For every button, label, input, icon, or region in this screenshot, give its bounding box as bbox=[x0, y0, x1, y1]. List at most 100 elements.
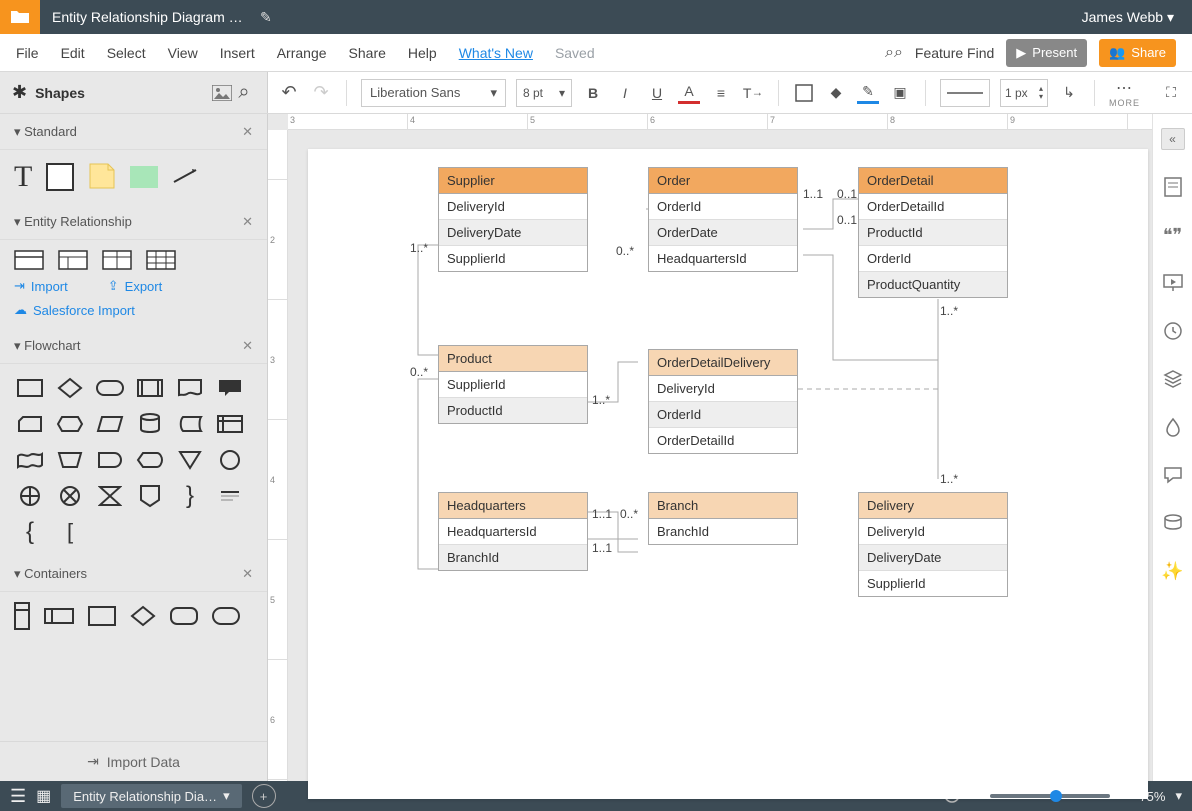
note-shape[interactable] bbox=[88, 162, 116, 193]
data-icon[interactable] bbox=[1162, 512, 1184, 534]
binoculars-icon[interactable]: ⌕⌕ bbox=[885, 44, 903, 62]
import-link[interactable]: ⇥ Import bbox=[14, 278, 68, 294]
underline-icon[interactable]: U bbox=[646, 82, 668, 104]
entity-hq[interactable]: Headquarters HeadquartersId BranchId bbox=[438, 492, 588, 571]
close-icon[interactable]: ✕ bbox=[242, 214, 253, 230]
redo-icon[interactable]: ↷ bbox=[310, 82, 332, 104]
fc-brace-l[interactable]: { bbox=[14, 518, 46, 546]
page-tab[interactable]: Entity Relationship Dia… ▾ bbox=[61, 784, 241, 808]
ct-swimlane-h[interactable] bbox=[44, 608, 74, 624]
entity-delivery[interactable]: Delivery DeliveryId DeliveryDate Supplie… bbox=[858, 492, 1008, 597]
close-icon[interactable]: ✕ bbox=[242, 338, 253, 354]
collapse-right-icon[interactable]: « bbox=[1161, 128, 1185, 150]
italic-icon[interactable]: I bbox=[614, 82, 636, 104]
list-view-icon[interactable]: ☰ bbox=[10, 786, 26, 807]
ct-rounded[interactable] bbox=[170, 607, 198, 625]
arrow-shape[interactable] bbox=[172, 166, 202, 189]
entity-odd[interactable]: OrderDetailDelivery DeliveryId OrderId O… bbox=[648, 349, 798, 454]
share-button[interactable]: 👥Share bbox=[1099, 39, 1176, 67]
ct-diamond[interactable] bbox=[130, 605, 156, 627]
fc-manual[interactable] bbox=[54, 446, 86, 474]
more-button[interactable]: ⋯MORE bbox=[1109, 78, 1140, 108]
fc-bracket[interactable]: [ bbox=[54, 518, 86, 546]
line-style-select[interactable] bbox=[940, 79, 990, 107]
fc-note-line[interactable] bbox=[214, 482, 246, 510]
entity-product[interactable]: Product SupplierId ProductId bbox=[438, 345, 588, 424]
fc-rect[interactable] bbox=[14, 374, 46, 402]
fc-callout[interactable] bbox=[214, 374, 246, 402]
fc-card[interactable] bbox=[14, 410, 46, 438]
text-shape[interactable]: T bbox=[14, 160, 32, 194]
image-icon[interactable] bbox=[211, 82, 233, 104]
entity-supplier[interactable]: Supplier DeliveryId DeliveryDate Supplie… bbox=[438, 167, 588, 272]
present-button[interactable]: ▶ Present bbox=[1006, 39, 1087, 67]
fc-para[interactable] bbox=[94, 410, 126, 438]
ct-swimlane[interactable] bbox=[14, 602, 30, 630]
close-icon[interactable]: ✕ bbox=[242, 566, 253, 582]
folder-icon[interactable] bbox=[0, 0, 40, 34]
drop-icon[interactable] bbox=[1162, 416, 1184, 438]
entity-orderdetail[interactable]: OrderDetail OrderDetailId ProductId Orde… bbox=[858, 167, 1008, 298]
text-direction-icon[interactable]: T→ bbox=[742, 82, 764, 104]
category-flowchart[interactable]: ▾ Flowchart✕ bbox=[0, 328, 267, 364]
menu-whats-new[interactable]: What's New bbox=[459, 45, 533, 61]
ct-pill[interactable] bbox=[212, 607, 240, 625]
salesforce-link[interactable]: ☁ Salesforce Import bbox=[14, 302, 253, 318]
menu-edit[interactable]: Edit bbox=[61, 45, 85, 61]
fc-brace-r[interactable]: } bbox=[174, 482, 206, 510]
present-icon[interactable] bbox=[1162, 272, 1184, 294]
feature-find[interactable]: Feature Find bbox=[915, 45, 994, 61]
fill-icon[interactable]: ◆ bbox=[825, 82, 847, 104]
align-icon[interactable]: ≡ bbox=[710, 82, 732, 104]
fc-terminator[interactable] bbox=[94, 374, 126, 402]
menu-help[interactable]: Help bbox=[408, 45, 437, 61]
template-icon[interactable] bbox=[1162, 176, 1184, 198]
fc-tape[interactable] bbox=[14, 446, 46, 474]
fc-internal[interactable] bbox=[214, 410, 246, 438]
font-select[interactable]: Liberation Sans▾ bbox=[361, 79, 506, 107]
menu-select[interactable]: Select bbox=[107, 45, 146, 61]
quote-icon[interactable]: ❝❞ bbox=[1162, 224, 1184, 246]
fc-sum[interactable] bbox=[54, 482, 86, 510]
fc-delay[interactable] bbox=[94, 446, 126, 474]
import-data-button[interactable]: ⇥ Import Data bbox=[0, 741, 267, 781]
page[interactable]: Supplier DeliveryId DeliveryDate Supplie… bbox=[308, 149, 1148, 799]
layers-icon[interactable] bbox=[1162, 368, 1184, 390]
border-color-icon[interactable]: ✎ bbox=[857, 82, 879, 104]
magic-icon[interactable]: ✨ bbox=[1162, 560, 1184, 582]
fc-doc[interactable] bbox=[174, 374, 206, 402]
rect-shape[interactable] bbox=[46, 163, 74, 191]
fc-offpage[interactable] bbox=[134, 482, 166, 510]
grid-view-icon[interactable]: ▦ bbox=[36, 786, 51, 806]
fc-merge[interactable] bbox=[174, 446, 206, 474]
line-width-select[interactable]: 1 px▴▾ bbox=[1000, 79, 1048, 107]
gear-icon[interactable]: ✱ bbox=[12, 82, 27, 103]
entity-branch[interactable]: Branch BranchId bbox=[648, 492, 798, 545]
menu-insert[interactable]: Insert bbox=[220, 45, 255, 61]
shape-panel-icon[interactable] bbox=[793, 82, 815, 104]
comment-icon[interactable] bbox=[1162, 464, 1184, 486]
ct-rect[interactable] bbox=[88, 606, 116, 626]
er-shape-3[interactable] bbox=[102, 250, 132, 270]
fc-or[interactable] bbox=[14, 482, 46, 510]
bold-icon[interactable]: B bbox=[582, 82, 604, 104]
undo-icon[interactable]: ↶ bbox=[278, 82, 300, 104]
block-shape[interactable] bbox=[130, 166, 158, 188]
fc-stored[interactable] bbox=[174, 410, 206, 438]
er-shape-2[interactable] bbox=[58, 250, 88, 270]
category-entity-rel[interactable]: ▾ Entity Relationship✕ bbox=[0, 204, 267, 240]
pencil-icon[interactable]: ✎ bbox=[260, 9, 272, 26]
fc-collate[interactable] bbox=[94, 482, 126, 510]
export-link[interactable]: ⇪ Export bbox=[108, 278, 162, 294]
er-shape-4[interactable] bbox=[146, 250, 176, 270]
line-end-icon[interactable]: ↳ bbox=[1058, 82, 1080, 104]
canvas[interactable]: 3 4 5 6 7 8 9 2 3 4 5 6 bbox=[268, 114, 1152, 781]
zoom-slider[interactable] bbox=[990, 794, 1110, 798]
fc-diamond[interactable] bbox=[54, 374, 86, 402]
fc-db[interactable] bbox=[134, 410, 166, 438]
er-shape-1[interactable] bbox=[14, 250, 44, 270]
effects-icon[interactable]: ▣ bbox=[889, 82, 911, 104]
category-standard[interactable]: ▾ Standard✕ bbox=[0, 114, 267, 150]
fc-connector[interactable] bbox=[214, 446, 246, 474]
menu-arrange[interactable]: Arrange bbox=[277, 45, 327, 61]
